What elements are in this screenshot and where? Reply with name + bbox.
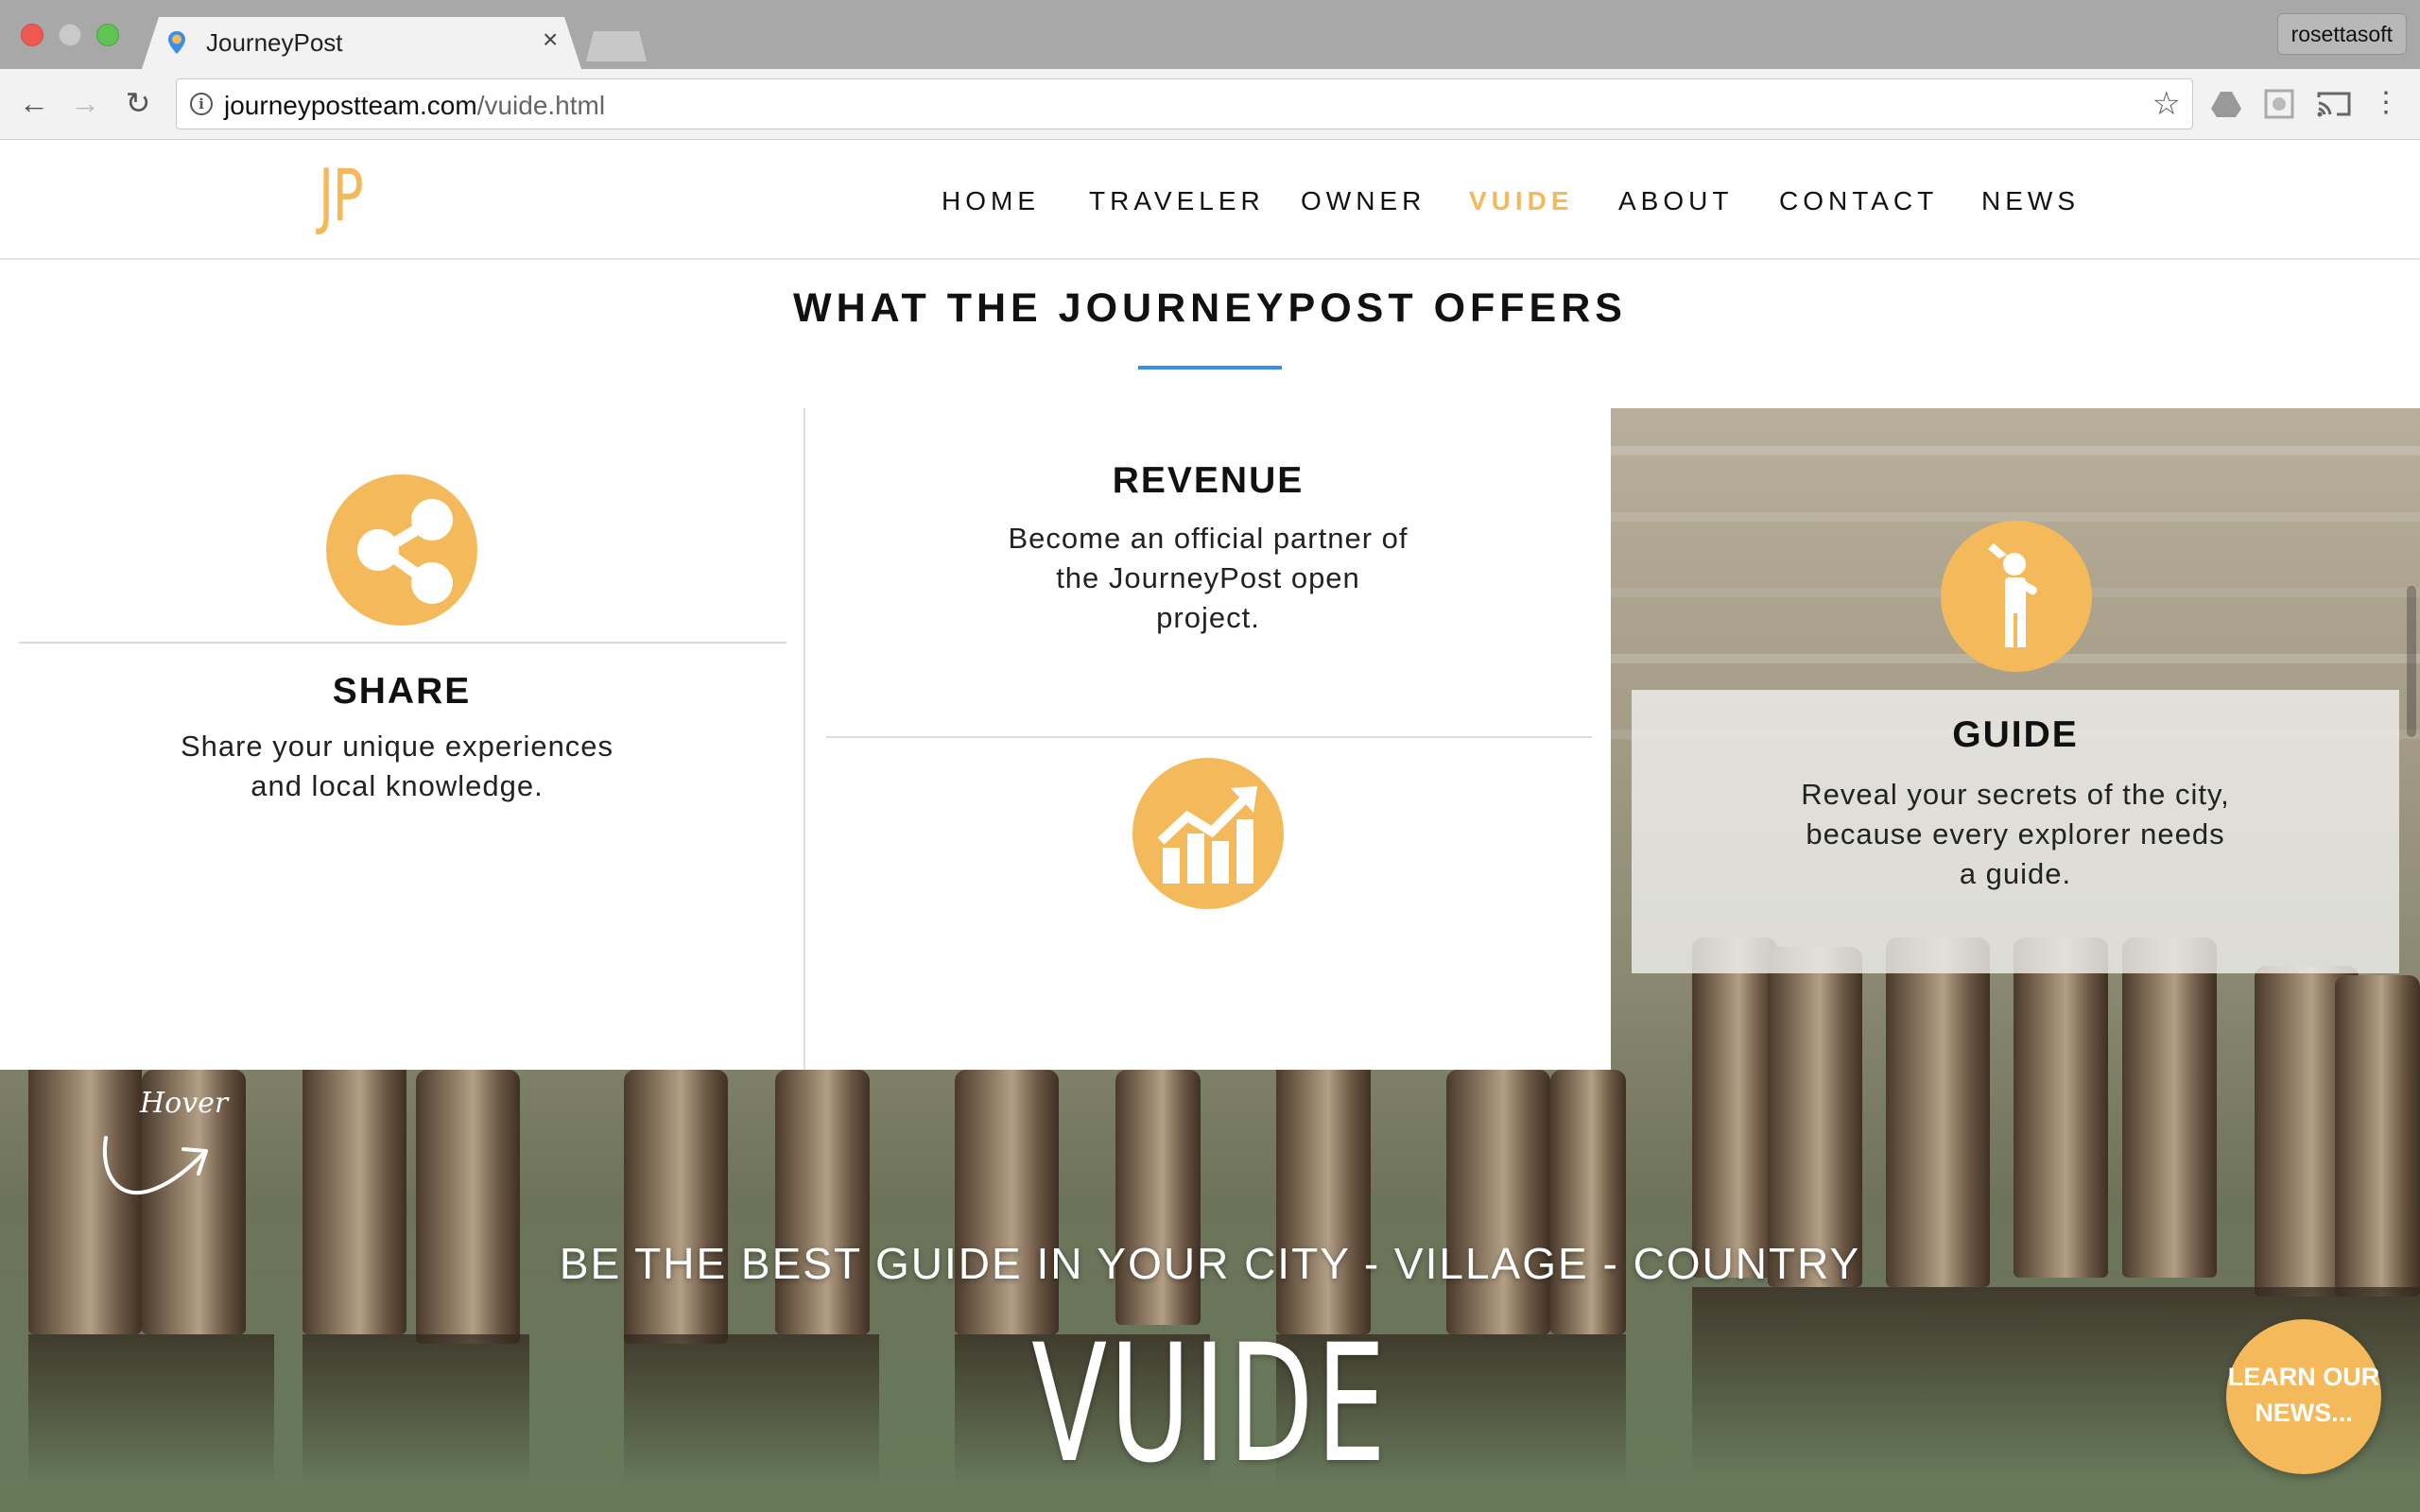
card-divider	[826, 736, 1592, 738]
share-icon	[357, 499, 453, 604]
window-minimize-button[interactable]	[59, 24, 81, 46]
card-divider	[19, 642, 786, 644]
share-icon-circle	[326, 474, 477, 626]
growth-icon-circle	[1132, 758, 1284, 909]
cast-icon[interactable]	[2316, 90, 2352, 118]
address-bar[interactable]: i journeypostteam.com/vuide.html ☆	[176, 78, 2193, 129]
window-close-button[interactable]	[21, 24, 43, 46]
guide-icon-circle	[1941, 521, 2092, 672]
window-maximize-button[interactable]	[96, 24, 119, 46]
offer-card-share[interactable]: SHARE Share your unique experiences and …	[0, 408, 805, 1070]
card-description: Share your unique experiences and local …	[180, 730, 614, 802]
new-tab-button[interactable]	[586, 31, 647, 61]
guide-person-icon	[1988, 543, 2037, 647]
forward-arrow-icon[interactable]: →	[68, 86, 102, 120]
page-scrollbar[interactable]	[2407, 586, 2416, 737]
section-title: WHAT THE JOURNEYPOST OFFERS	[793, 285, 1627, 331]
menu-kebab-icon[interactable]: ⋮	[2369, 86, 2403, 120]
nav-contact[interactable]: CONTACT	[1779, 186, 1938, 216]
info-icon[interactable]: i	[190, 93, 213, 115]
hero-title: VUIDE	[1031, 1309, 1389, 1499]
tab-title: JourneyPost	[206, 28, 343, 57]
title-underline	[1138, 366, 1282, 369]
back-arrow-icon[interactable]: ←	[17, 86, 51, 120]
site-logo[interactable]: JP	[319, 153, 364, 237]
nav-vuide[interactable]: VUIDE	[1469, 186, 1574, 216]
bookmark-star-icon[interactable]: ☆	[2152, 85, 2181, 123]
nav-traveler[interactable]: TRAVELER	[1089, 186, 1265, 216]
profile-button[interactable]: rosettasoft	[2276, 13, 2407, 55]
browser-tab-bar: JourneyPost × rosettasoft	[0, 0, 2420, 69]
site-header: JP HOME TRAVELER OWNER VUIDE ABOUT CONTA…	[0, 140, 2420, 260]
reload-icon[interactable]: ↻	[121, 86, 155, 120]
card-description: Reveal your secrets of the city, because…	[1801, 778, 2230, 890]
hero-tagline: BE THE BEST GUIDE IN YOUR CITY - VILLAGE…	[559, 1239, 1861, 1288]
card-heading: SHARE	[332, 671, 472, 712]
map-pin-icon	[168, 31, 185, 54]
learn-news-button[interactable]: LEARN OUR NEWS...	[2226, 1319, 2381, 1474]
extension-icon[interactable]	[2263, 88, 2295, 120]
browser-toolbar: ← → ↻ i journeypostteam.com/vuide.html ☆…	[0, 69, 2420, 140]
nav-about[interactable]: ABOUT	[1618, 186, 1733, 216]
curved-arrow-icon	[102, 1136, 208, 1195]
offer-card-revenue[interactable]: REVENUE Become an official partner of th…	[805, 408, 1611, 1070]
growth-chart-icon	[1157, 786, 1257, 884]
hover-hint-text: Hover	[140, 1087, 229, 1120]
card-heading: GUIDE	[1952, 714, 2079, 755]
card-description: Become an official partner of the Journe…	[1008, 522, 1409, 634]
url-text[interactable]: journeypostteam.com/vuide.html	[224, 91, 605, 121]
tab-close-icon[interactable]: ×	[543, 26, 558, 53]
nav-owner[interactable]: OWNER	[1301, 186, 1426, 216]
nav-news[interactable]: NEWS	[1981, 186, 2080, 216]
drive-icon[interactable]	[2210, 90, 2242, 118]
nav-home[interactable]: HOME	[942, 186, 1040, 216]
card-heading: REVENUE	[1112, 460, 1305, 501]
